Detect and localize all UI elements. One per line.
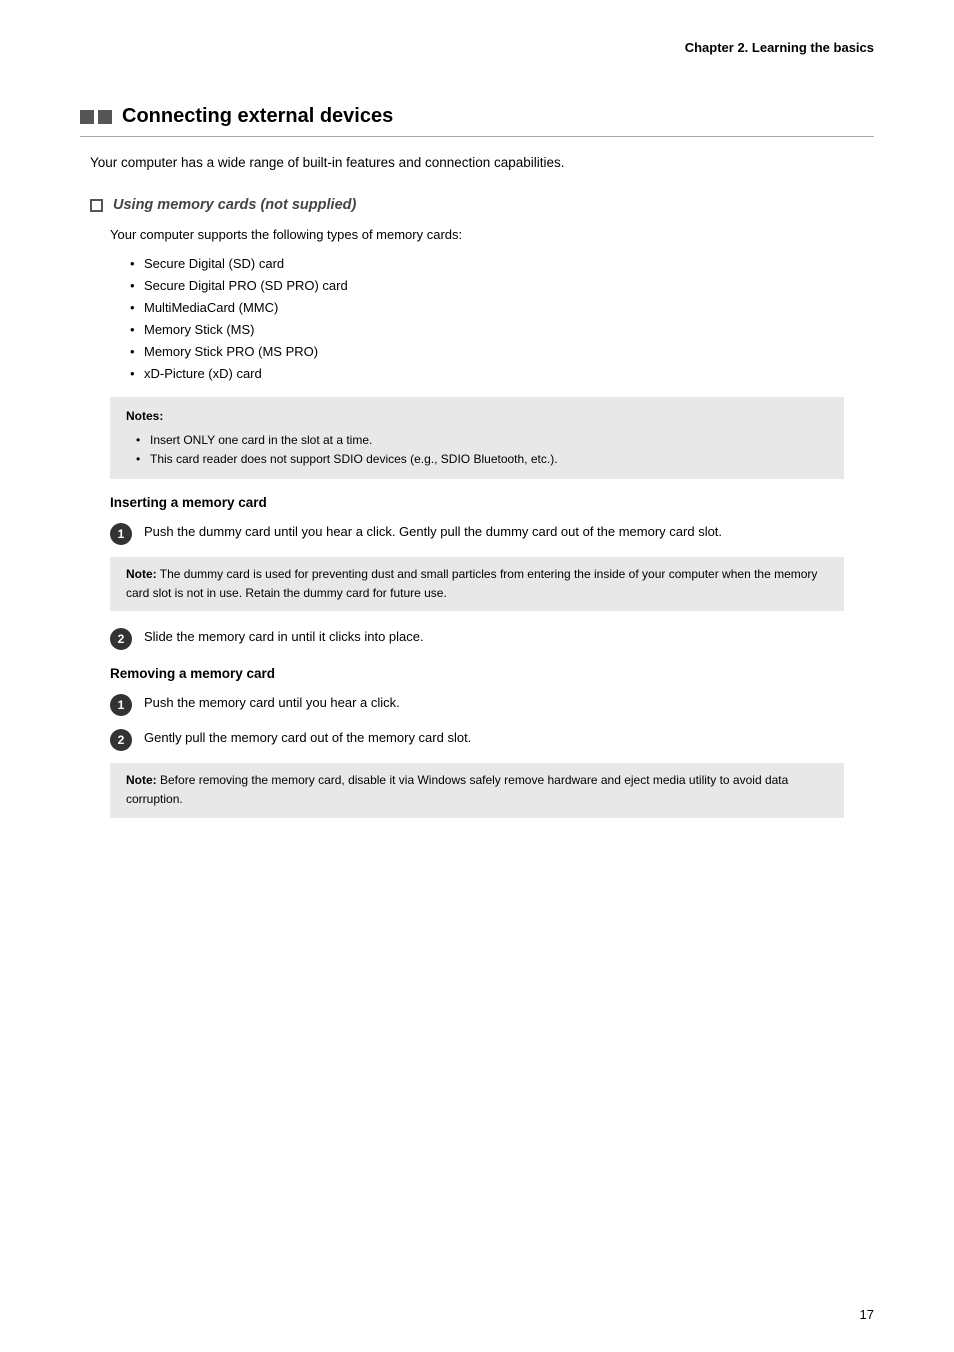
subsection-icon [90, 199, 103, 212]
list-item: xD-Picture (xD) card [130, 363, 874, 385]
inserting-note-text: The dummy card is used for preventing du… [126, 567, 817, 600]
icon-square-2 [98, 110, 112, 124]
list-item: Memory Stick (MS) [130, 319, 874, 341]
subsection-title: Using memory cards (not supplied) [113, 197, 356, 213]
section-icons [80, 110, 112, 124]
list-item: Secure Digital (SD) card [130, 253, 874, 275]
notes-title: Notes: [126, 407, 828, 426]
removing-note-box: Note: Before removing the memory card, d… [110, 763, 844, 817]
step-number-2: 2 [110, 628, 132, 650]
page-number: 17 [860, 1307, 874, 1322]
inserting-step2: 2 Slide the memory card in until it clic… [110, 627, 874, 650]
removing-step2-text: Gently pull the memory card out of the m… [144, 728, 874, 748]
removing-step-number-2: 2 [110, 729, 132, 751]
notes-item: This card reader does not support SDIO d… [136, 450, 828, 469]
chapter-title: Chapter 2. Learning the basics [685, 40, 874, 55]
removing-step-number-1: 1 [110, 694, 132, 716]
removing-note-label: Note: [126, 773, 157, 787]
page-container: Chapter 2. Learning the basics Connectin… [0, 0, 954, 1352]
icon-square-1 [80, 110, 94, 124]
removing-note-text: Before removing the memory card, disable… [126, 773, 788, 806]
step-number-1: 1 [110, 523, 132, 545]
inserting-step1-text: Push the dummy card until you hear a cli… [144, 522, 874, 542]
inserting-step1: 1 Push the dummy card until you hear a c… [110, 522, 874, 545]
header-area: Chapter 2. Learning the basics [80, 40, 874, 55]
list-item: Secure Digital PRO (SD PRO) card [130, 275, 874, 297]
list-item: Memory Stick PRO (MS PRO) [130, 341, 874, 363]
card-types-list: Secure Digital (SD) card Secure Digital … [130, 253, 874, 386]
main-section-heading: Connecting external devices [80, 105, 874, 137]
inserting-note-label: Note: [126, 567, 157, 581]
removing-step2: 2 Gently pull the memory card out of the… [110, 728, 874, 751]
removing-title: Removing a memory card [110, 666, 874, 681]
notes-box: Notes: Insert ONLY one card in the slot … [110, 397, 844, 479]
notes-list: Insert ONLY one card in the slot at a ti… [126, 431, 828, 469]
section-title: Connecting external devices [122, 105, 874, 128]
inserting-title: Inserting a memory card [110, 495, 874, 510]
removing-step1-text: Push the memory card until you hear a cl… [144, 693, 874, 713]
inserting-step2-text: Slide the memory card in until it clicks… [144, 627, 874, 647]
list-item: MultiMediaCard (MMC) [130, 297, 874, 319]
notes-item: Insert ONLY one card in the slot at a ti… [136, 431, 828, 450]
section-intro: Your computer has a wide range of built-… [90, 153, 874, 173]
subsection-intro: Your computer supports the following typ… [110, 225, 874, 245]
inserting-note-box: Note: The dummy card is used for prevent… [110, 557, 844, 611]
removing-step1: 1 Push the memory card until you hear a … [110, 693, 874, 716]
subsection-heading: Using memory cards (not supplied) [90, 197, 874, 213]
